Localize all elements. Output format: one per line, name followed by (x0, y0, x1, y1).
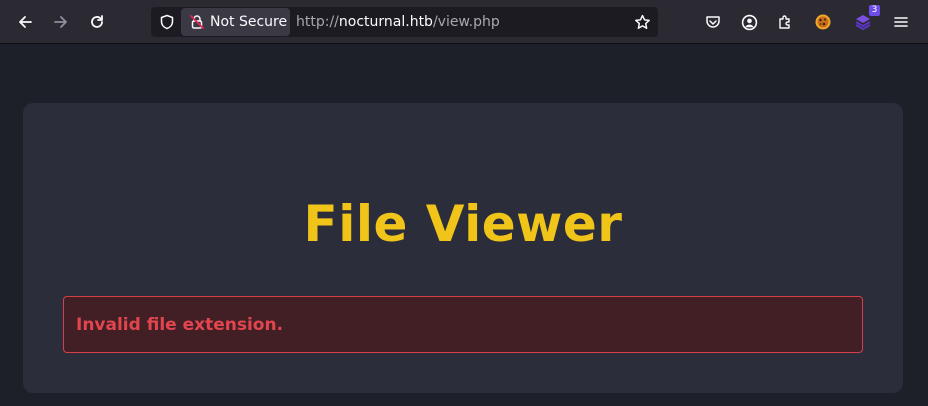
back-button[interactable] (11, 8, 39, 36)
site-identity-button[interactable]: Not Secure (181, 8, 290, 36)
menu-icon (894, 17, 908, 27)
pocket-button[interactable] (699, 8, 727, 36)
account-button[interactable] (735, 8, 763, 36)
viewer-card: File Viewer Invalid file extension. (23, 103, 903, 393)
url-path: /view.php (432, 14, 500, 30)
extensions-button[interactable] (771, 8, 799, 36)
address-bar[interactable]: Not Secure http://nocturnal.htb/view.php (151, 7, 658, 37)
account-icon (741, 14, 757, 30)
back-icon (19, 16, 32, 28)
page-title: File Viewer (303, 195, 623, 253)
menu-button[interactable] (887, 8, 915, 36)
bookmark-button[interactable] (632, 12, 652, 32)
forward-icon (54, 16, 67, 28)
url-prefix: http:// (296, 14, 339, 30)
cookie-extension-button[interactable] (809, 8, 837, 36)
star-icon (634, 14, 650, 29)
not-secure-label: Not Secure (210, 14, 288, 30)
tracking-protection-button[interactable] (157, 12, 177, 32)
error-alert: Invalid file extension. (63, 296, 863, 353)
layers-extension-button[interactable]: 3 (849, 5, 880, 36)
cookie-extension-icon (815, 14, 831, 30)
error-message: Invalid file extension. (76, 315, 284, 335)
lock-warning-icon (190, 15, 204, 29)
reload-button[interactable] (83, 8, 111, 36)
shield-icon (160, 14, 174, 30)
url-host: nocturnal.htb (338, 14, 433, 30)
pocket-icon (706, 16, 720, 28)
url-text[interactable]: http://nocturnal.htb/view.php (296, 14, 500, 30)
extension-badge: 3 (869, 5, 880, 16)
forward-button[interactable] (47, 8, 75, 36)
reload-icon (91, 15, 103, 28)
extensions-icon (779, 15, 790, 29)
page-content: File Viewer Invalid file extension. (0, 44, 928, 406)
browser-toolbar: Not Secure http://nocturnal.htb/view.php… (0, 0, 928, 44)
